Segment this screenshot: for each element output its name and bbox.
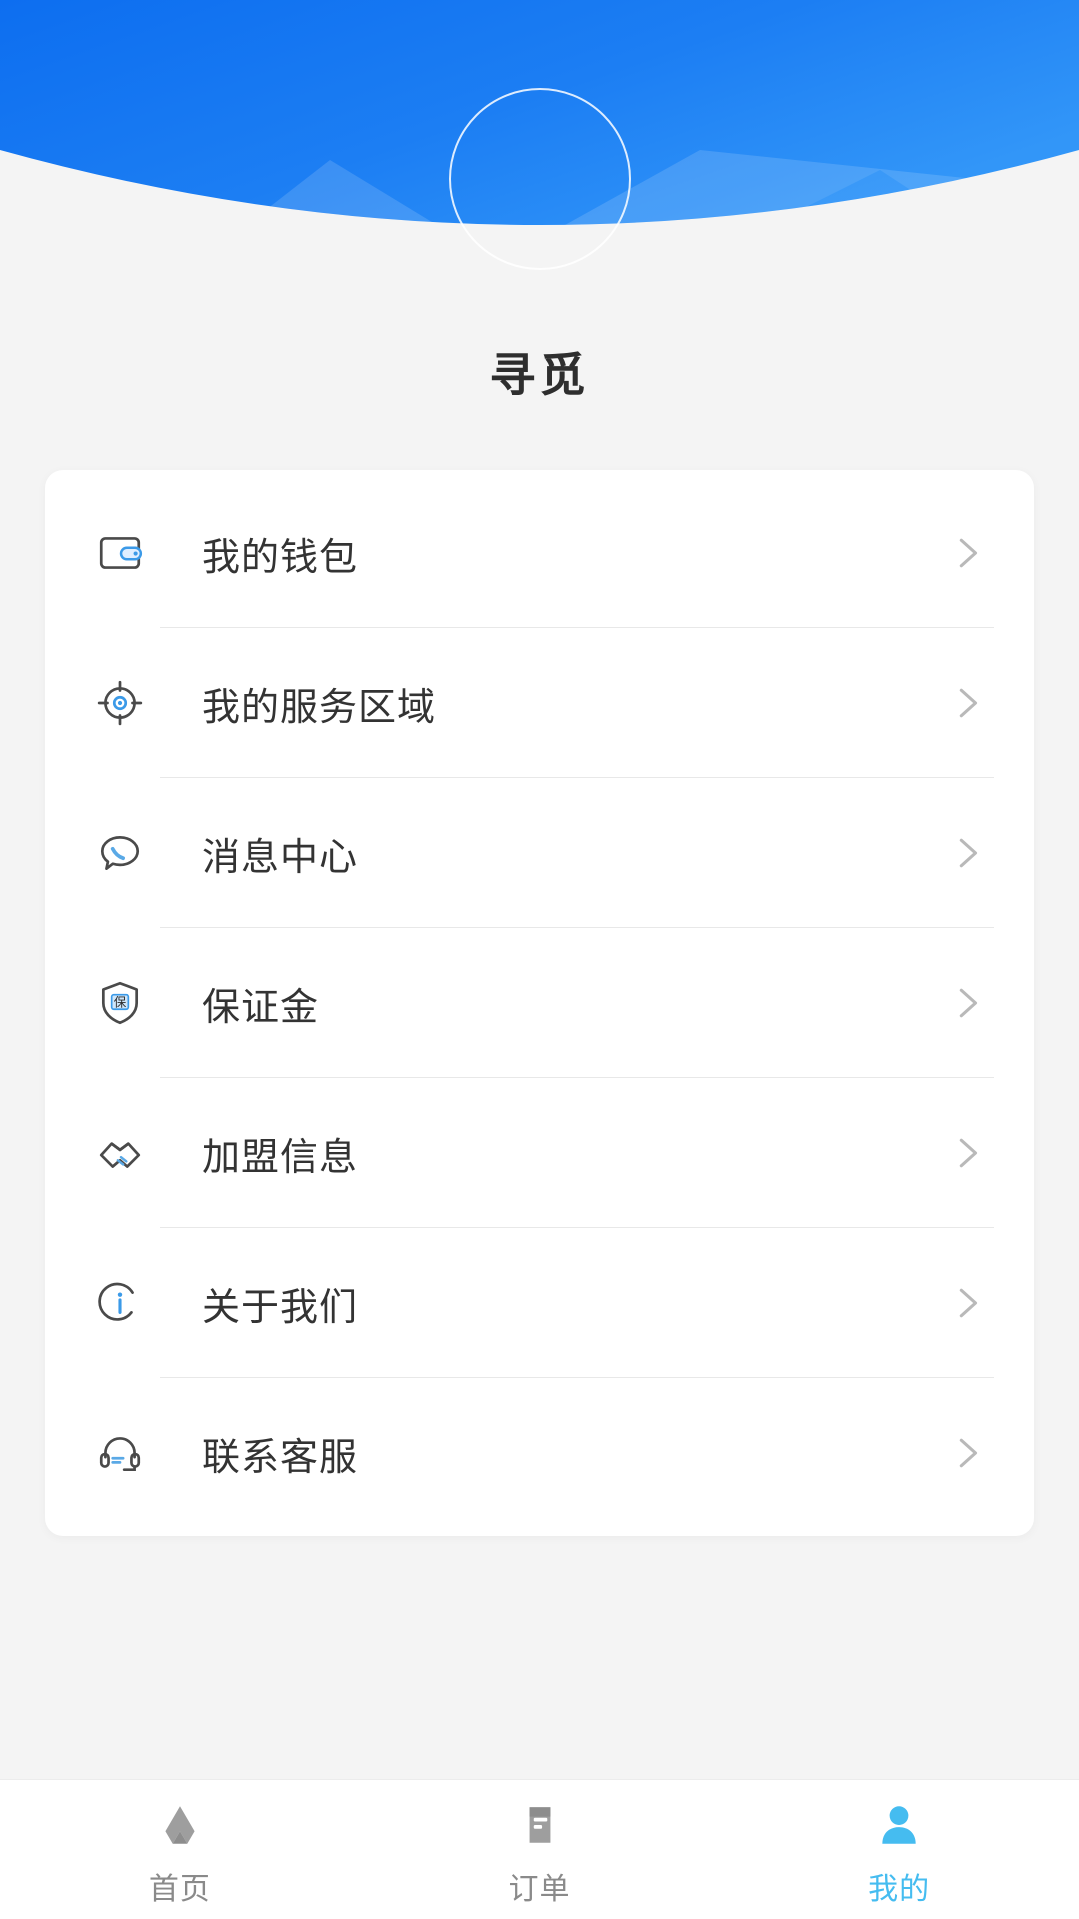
menu-item-label: 加盟信息: [202, 1136, 359, 1179]
info-icon: [93, 1276, 147, 1330]
shield-icon: 保: [93, 976, 147, 1030]
menu-item-label: 我的服务区域: [202, 686, 437, 729]
menu-item-about-us[interactable]: 关于我们: [45, 1228, 1034, 1378]
menu-item-contact-support[interactable]: 联系客服: [45, 1378, 1034, 1528]
menu-card: 我的钱包 我的服务区域 消息中心 保 保证金 加盟信息 关于我们 联系客服: [45, 470, 1034, 1536]
avatar[interactable]: [448, 88, 631, 270]
menu-item-wallet[interactable]: 我的钱包: [45, 478, 1034, 628]
chevron-right-icon: [959, 538, 978, 568]
message-icon: [93, 826, 147, 880]
handshake-icon: [93, 1126, 147, 1180]
menu-item-message-center[interactable]: 消息中心: [45, 778, 1034, 928]
target-icon: [93, 676, 147, 730]
tab-label: 订单: [508, 1873, 571, 1906]
tab-label: 首页: [148, 1873, 211, 1906]
orders-icon: [513, 1798, 567, 1852]
menu-item-label: 联系客服: [202, 1436, 359, 1479]
menu-item-franchise-info[interactable]: 加盟信息: [45, 1078, 1034, 1228]
person-icon: [872, 1798, 926, 1852]
chevron-right-icon: [959, 688, 978, 718]
page-header: [0, 0, 1079, 300]
chevron-right-icon: [959, 838, 978, 868]
chevron-right-icon: [959, 1438, 978, 1468]
wallet-icon: [93, 526, 147, 580]
menu-item-service-area[interactable]: 我的服务区域: [45, 628, 1034, 778]
chevron-right-icon: [959, 1288, 978, 1318]
tab-mine[interactable]: 我的: [719, 1780, 1079, 1908]
headset-icon: [93, 1426, 147, 1480]
svg-text:保: 保: [114, 995, 127, 1010]
chevron-right-icon: [959, 1138, 978, 1168]
menu-item-deposit[interactable]: 保 保证金: [45, 928, 1034, 1078]
menu-item-label: 关于我们: [202, 1286, 359, 1329]
tab-label: 我的: [868, 1873, 931, 1906]
home-icon: [153, 1798, 207, 1852]
page-title: 寻觅: [489, 349, 590, 401]
chevron-right-icon: [959, 988, 978, 1018]
bottom-navigation-bar: 首页 订单 我的: [0, 1779, 1079, 1919]
menu-item-label: 我的钱包: [202, 536, 359, 579]
tab-orders[interactable]: 订单: [360, 1780, 720, 1908]
menu-item-label: 保证金: [202, 986, 320, 1029]
menu-item-label: 消息中心: [202, 836, 359, 879]
tab-home[interactable]: 首页: [0, 1780, 360, 1908]
